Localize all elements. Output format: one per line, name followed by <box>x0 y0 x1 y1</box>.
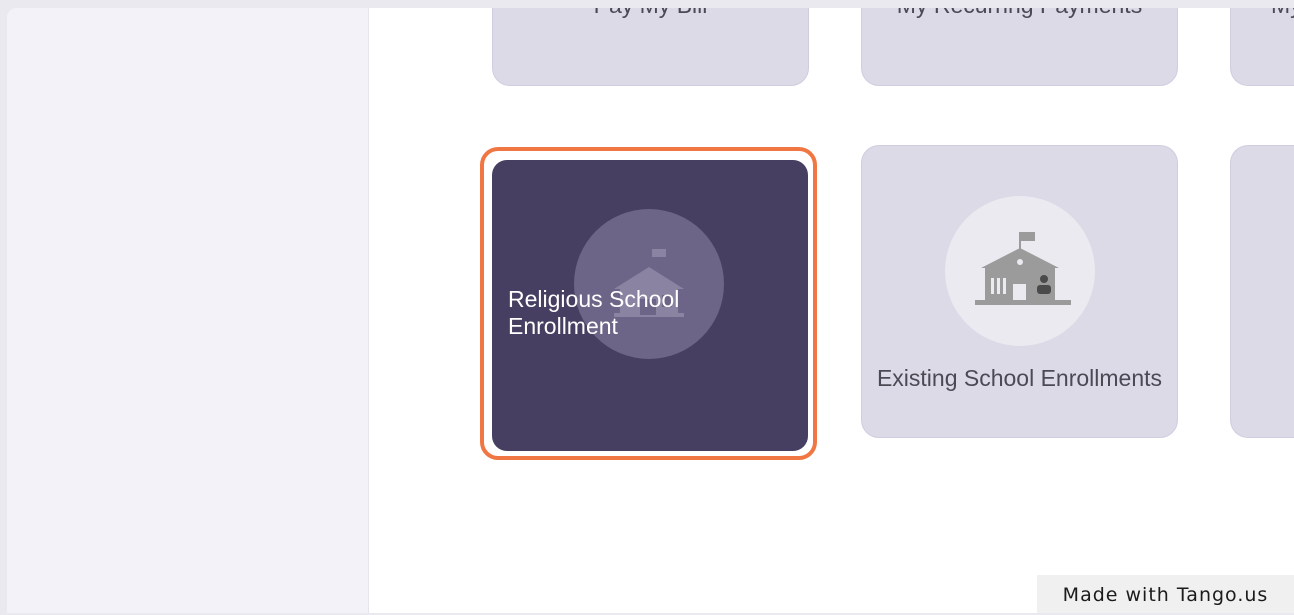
tile-religious-school-enrollment[interactable]: Religious School Enrollment <box>492 160 808 451</box>
school-enrollment-icon <box>975 232 1071 305</box>
tile-pay-my-bill[interactable]: Pay My Bill <box>492 8 809 86</box>
tile-label: My Recurring Payments <box>862 8 1177 19</box>
tile-icon-circle <box>945 196 1095 346</box>
main-content: Pay My Bill My Recurring Payments My <box>369 8 1294 613</box>
tile-label: Existing School Enrollments <box>876 365 1163 391</box>
tile-existing-school-enrollments[interactable]: Existing School Enrollments <box>861 145 1178 438</box>
tile-my-recurring-payments[interactable]: My Recurring Payments <box>861 8 1178 86</box>
tile-label: My <box>1271 8 1294 19</box>
tile-label: Religious School Enrollment <box>508 286 680 339</box>
app-window: Pay My Bill My Recurring Payments My <box>7 8 1294 613</box>
sidebar <box>7 8 369 613</box>
tile-partial-right[interactable] <box>1230 145 1294 438</box>
tile-my-partial[interactable]: My <box>1230 8 1294 86</box>
tile-label: Pay My Bill <box>493 8 808 19</box>
tango-watermark: Made with Tango.us <box>1037 575 1294 613</box>
